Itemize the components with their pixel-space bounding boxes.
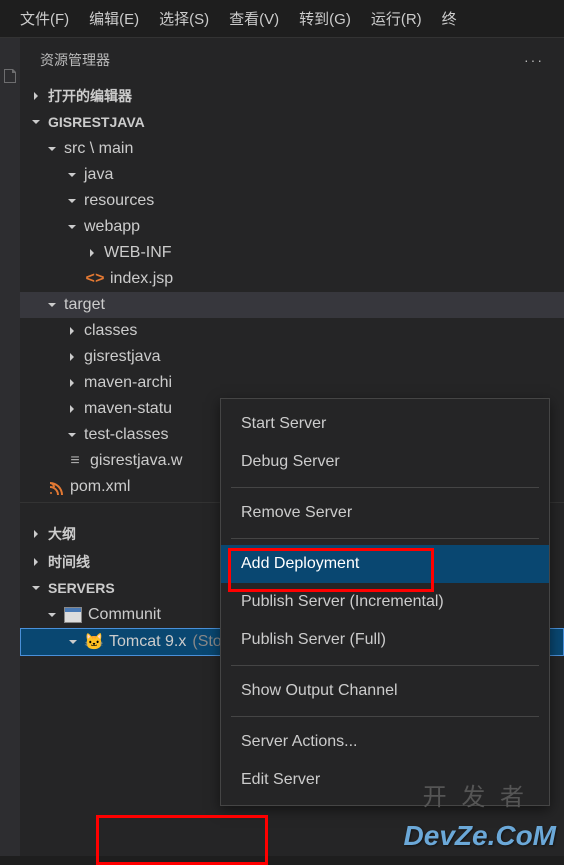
tree-label: WEB-INF bbox=[104, 244, 172, 262]
chevron-right-icon bbox=[66, 403, 78, 415]
tree-label: target bbox=[64, 296, 105, 314]
chevron-down-icon bbox=[46, 299, 58, 311]
tree-folder-target[interactable]: target bbox=[20, 292, 564, 318]
chevron-right-icon bbox=[30, 90, 42, 102]
more-icon[interactable]: ··· bbox=[524, 52, 544, 68]
tree-label: gisrestjava.w bbox=[90, 452, 182, 470]
server-icon bbox=[64, 607, 82, 623]
tree-label: maven-archi bbox=[84, 374, 172, 392]
chevron-right-icon bbox=[66, 325, 78, 337]
menu-view[interactable]: 查看(V) bbox=[229, 8, 279, 29]
context-start-server[interactable]: Start Server bbox=[221, 405, 549, 443]
context-menu: Start Server Debug Server Remove Server … bbox=[220, 398, 550, 806]
tree-folder-src-main[interactable]: src \ main bbox=[20, 136, 564, 162]
context-remove-server[interactable]: Remove Server bbox=[221, 494, 549, 532]
menubar: 文件(F) 编辑(E) 选择(S) 查看(V) 转到(G) 运行(R) 终 bbox=[0, 0, 564, 38]
chevron-down-icon bbox=[66, 221, 78, 233]
section-label: 大纲 bbox=[48, 524, 76, 544]
highlight-box-tomcat bbox=[96, 815, 268, 865]
chevron-right-icon bbox=[30, 556, 42, 568]
watermark-domain: DevZe.CoM bbox=[404, 820, 556, 852]
chevron-down-icon bbox=[66, 195, 78, 207]
separator bbox=[231, 665, 539, 666]
tomcat-icon: 🐱 bbox=[85, 633, 103, 651]
chevron-down-icon bbox=[46, 609, 58, 621]
tree-label: pom.xml bbox=[70, 478, 130, 496]
menu-goto[interactable]: 转到(G) bbox=[299, 8, 351, 29]
context-add-deployment[interactable]: Add Deployment bbox=[221, 545, 549, 583]
section-label: GISRESTJAVA bbox=[48, 114, 145, 130]
context-debug-server[interactable]: Debug Server bbox=[221, 443, 549, 481]
menu-file[interactable]: 文件(F) bbox=[20, 8, 69, 29]
files-icon[interactable] bbox=[2, 68, 18, 84]
tree-folder-resources[interactable]: resources bbox=[20, 188, 564, 214]
code-file-icon: <> bbox=[86, 270, 104, 288]
tree-label: Tomcat 9.x bbox=[109, 633, 186, 651]
menu-run[interactable]: 运行(R) bbox=[371, 8, 422, 29]
sidebar-header: 资源管理器 ··· bbox=[20, 38, 564, 82]
tree-label: webapp bbox=[84, 218, 140, 236]
tree-folder-gisrestjava[interactable]: gisrestjava bbox=[20, 344, 564, 370]
menu-edit[interactable]: 编辑(E) bbox=[89, 8, 139, 29]
watermark-chars: 开 发 者 bbox=[423, 777, 528, 812]
activity-bar bbox=[0, 38, 20, 856]
section-label: SERVERS bbox=[48, 580, 115, 596]
chevron-down-icon bbox=[67, 636, 79, 648]
tree-label: index.jsp bbox=[110, 270, 173, 288]
chevron-right-icon bbox=[66, 377, 78, 389]
tree-folder-web-inf[interactable]: WEB-INF bbox=[20, 240, 564, 266]
xml-file-icon bbox=[46, 478, 64, 496]
separator bbox=[231, 538, 539, 539]
chevron-down-icon bbox=[66, 429, 78, 441]
tree-label: maven-statu bbox=[84, 400, 172, 418]
separator bbox=[231, 487, 539, 488]
section-project[interactable]: GISRESTJAVA bbox=[20, 110, 564, 134]
context-publish-incremental[interactable]: Publish Server (Incremental) bbox=[221, 583, 549, 621]
tree-file-index-jsp[interactable]: <> index.jsp bbox=[20, 266, 564, 292]
sidebar-title: 资源管理器 bbox=[40, 50, 110, 70]
chevron-down-icon bbox=[46, 143, 58, 155]
sidebar: 资源管理器 ··· 打开的编辑器 GISRESTJAVA src \ main bbox=[20, 38, 564, 856]
section-label: 打开的编辑器 bbox=[48, 86, 132, 106]
tree-label: test-classes bbox=[84, 426, 168, 444]
tree-label: gisrestjava bbox=[84, 348, 160, 366]
context-publish-full[interactable]: Publish Server (Full) bbox=[221, 621, 549, 659]
section-label: 时间线 bbox=[48, 552, 90, 572]
tree-label: Communit bbox=[88, 606, 161, 624]
context-server-actions[interactable]: Server Actions... bbox=[221, 723, 549, 761]
menu-terminal[interactable]: 终 bbox=[442, 8, 457, 29]
chevron-down-icon bbox=[66, 169, 78, 181]
chevron-down-icon bbox=[30, 582, 42, 594]
separator bbox=[231, 716, 539, 717]
chevron-right-icon bbox=[66, 351, 78, 363]
section-open-editors[interactable]: 打开的编辑器 bbox=[20, 82, 564, 110]
tree-label: classes bbox=[84, 322, 137, 340]
tree-label: java bbox=[84, 166, 113, 184]
chevron-right-icon bbox=[86, 247, 98, 259]
tree-label: src \ main bbox=[64, 140, 133, 158]
chevron-right-icon bbox=[30, 528, 42, 540]
chevron-down-icon bbox=[30, 116, 42, 128]
tree-label: resources bbox=[84, 192, 154, 210]
tree-folder-webapp[interactable]: webapp bbox=[20, 214, 564, 240]
tree-folder-classes[interactable]: classes bbox=[20, 318, 564, 344]
menu-select[interactable]: 选择(S) bbox=[159, 8, 209, 29]
context-show-output[interactable]: Show Output Channel bbox=[221, 672, 549, 710]
file-icon: ≡ bbox=[66, 452, 84, 470]
tree-folder-maven-archi[interactable]: maven-archi bbox=[20, 370, 564, 396]
tree-folder-java[interactable]: java bbox=[20, 162, 564, 188]
